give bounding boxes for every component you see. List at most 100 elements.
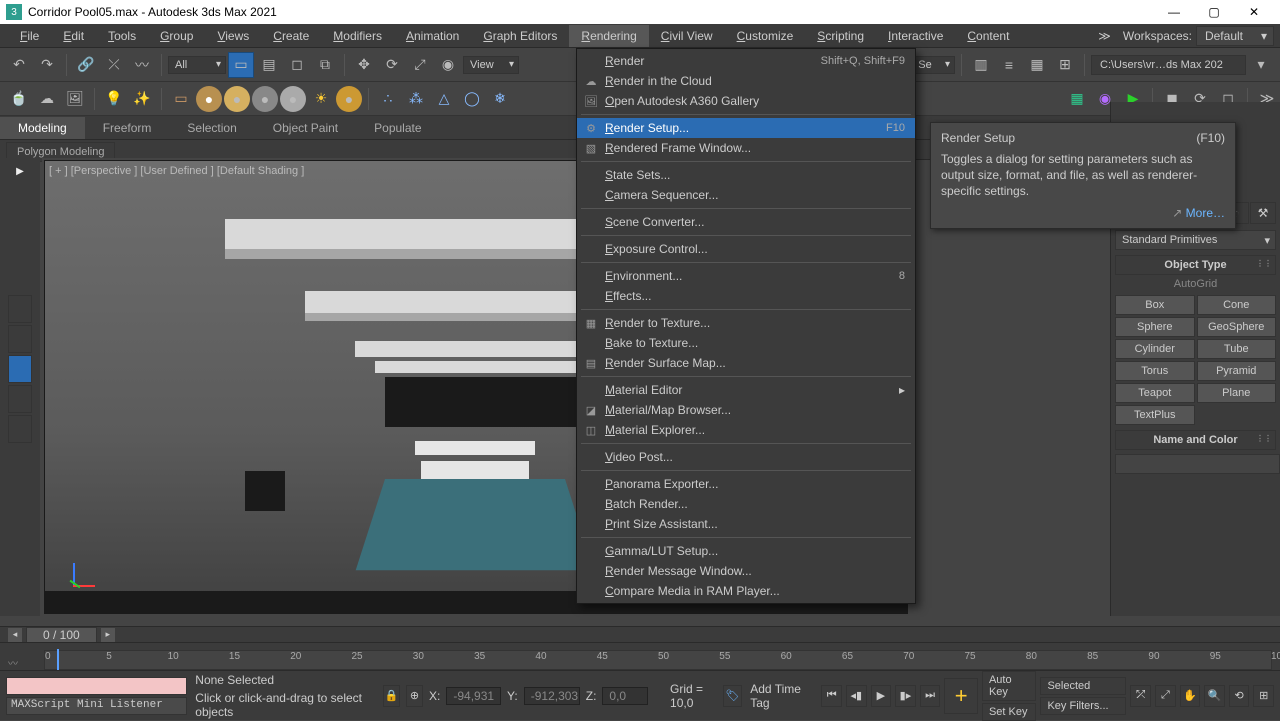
slot-1[interactable] xyxy=(8,295,32,323)
nav1-icon[interactable]: ⤱ xyxy=(1130,685,1151,707)
menu-rendering[interactable]: Rendering xyxy=(569,25,648,47)
trackbar-right[interactable]: ▸ xyxy=(101,628,115,642)
z-field[interactable]: 0,0 xyxy=(602,687,648,705)
menu-civil-view[interactable]: Civil View xyxy=(649,25,725,47)
minimize-button[interactable]: — xyxy=(1154,0,1194,24)
util-tab-icon[interactable]: ⚒ xyxy=(1250,202,1276,224)
primitive-tube[interactable]: Tube xyxy=(1197,339,1277,359)
name-color-rollout[interactable]: Name and Color xyxy=(1115,430,1276,450)
menu-item-open-autodesk-a360-gallery[interactable]: 🖼Open Autodesk A360 Gallery xyxy=(577,91,915,111)
primitive-cone[interactable]: Cone xyxy=(1197,295,1277,315)
menu-tools[interactable]: Tools xyxy=(96,25,148,47)
sphere-icon[interactable]: ◯ xyxy=(459,86,485,112)
primitive-plane[interactable]: Plane xyxy=(1197,383,1277,403)
primitive-cylinder[interactable]: Cylinder xyxy=(1115,339,1195,359)
mat3-icon[interactable]: ● xyxy=(224,86,250,112)
menu-item-render-message-window[interactable]: Render Message Window... xyxy=(577,561,915,581)
teapot-icon[interactable]: 🍵 xyxy=(6,86,32,112)
ribbon-tab-selection[interactable]: Selection xyxy=(169,117,254,139)
menu-graph-editors[interactable]: Graph Editors xyxy=(471,25,569,47)
autokey-button[interactable]: Auto Key xyxy=(982,671,1037,701)
timetag-icon[interactable]: 🏷 xyxy=(723,685,742,707)
menu-content[interactable]: Content xyxy=(955,25,1021,47)
menu-group[interactable]: Group xyxy=(148,25,205,47)
menu-item-panorama-exporter[interactable]: Panorama Exporter... xyxy=(577,474,915,494)
light2-icon[interactable]: ✨ xyxy=(129,86,155,112)
window-crossing-icon[interactable]: ⧉ xyxy=(312,52,338,78)
mat5-icon[interactable]: ● xyxy=(280,86,306,112)
menu-item-material-editor[interactable]: Material Editor▸ xyxy=(577,380,915,400)
bind-icon[interactable]: 〰 xyxy=(129,52,155,78)
menu-item-rendered-frame-window[interactable]: ▧Rendered Frame Window... xyxy=(577,138,915,158)
redo-icon[interactable]: ↷ xyxy=(34,52,60,78)
object-type-rollout[interactable]: Object Type xyxy=(1115,255,1276,275)
mat1-icon[interactable]: ▭ xyxy=(168,86,194,112)
cloud-icon[interactable]: ☁ xyxy=(34,86,60,112)
slot-3[interactable] xyxy=(8,355,32,383)
undo-icon[interactable]: ↶ xyxy=(6,52,32,78)
lock-icon[interactable]: 🔒 xyxy=(383,685,400,707)
tooltip-more[interactable]: More… xyxy=(1186,206,1225,220)
nav3-icon[interactable]: ✋ xyxy=(1180,685,1201,707)
menu-item-state-sets[interactable]: State Sets... xyxy=(577,165,915,185)
key-filters-button[interactable]: Key Filters... xyxy=(1040,697,1126,715)
menu-modifiers[interactable]: Modifiers xyxy=(321,25,394,47)
set-key-big-icon[interactable]: + xyxy=(944,678,978,714)
timeline-track-icon[interactable]: 〰 xyxy=(0,655,36,670)
rotate-icon[interactable]: ⟳ xyxy=(379,52,405,78)
trackbar-left[interactable]: ◂ xyxy=(8,628,22,642)
path-arrow-icon[interactable]: ▾ xyxy=(1248,52,1274,78)
crystal-icon[interactable]: ❄ xyxy=(487,86,513,112)
nav6-icon[interactable]: ⊞ xyxy=(1253,685,1274,707)
setkey-button[interactable]: Set Key xyxy=(982,703,1037,721)
menu-item-effects[interactable]: Effects... xyxy=(577,286,915,306)
select-object-icon[interactable]: ▭ xyxy=(228,52,254,78)
menu-item-render-to-texture[interactable]: ▦Render to Texture... xyxy=(577,313,915,333)
ribbon-tab-modeling[interactable]: Modeling xyxy=(0,117,85,139)
select-name-icon[interactable]: ▤ xyxy=(256,52,282,78)
listener-input[interactable]: MAXScript Mini Listener xyxy=(6,697,187,715)
goto-start-icon[interactable]: ⏮ xyxy=(821,685,842,707)
abslocal-icon[interactable]: ⊕ xyxy=(406,685,423,707)
primitive-textplus[interactable]: TextPlus xyxy=(1115,405,1195,425)
play-anim-icon[interactable]: ▶ xyxy=(871,685,892,707)
curve-editor-icon[interactable]: ▦ xyxy=(1024,52,1050,78)
menu-item-environment[interactable]: Environment...8 xyxy=(577,266,915,286)
menu-item-material-map-browser[interactable]: ◪Material/Map Browser... xyxy=(577,400,915,420)
ref-coord[interactable]: View xyxy=(463,56,519,74)
maximize-button[interactable]: ▢ xyxy=(1194,0,1234,24)
unlink-icon[interactable]: ⤫ xyxy=(101,52,127,78)
menu-interactive[interactable]: Interactive xyxy=(876,25,955,47)
close-button[interactable]: ✕ xyxy=(1234,0,1274,24)
primitive-sphere[interactable]: Sphere xyxy=(1115,317,1195,337)
layer-icon[interactable]: ≡ xyxy=(996,52,1022,78)
workspaces-dropdown[interactable]: Default xyxy=(1196,26,1274,46)
menu-item-render-surface-map[interactable]: ▤Render Surface Map... xyxy=(577,353,915,373)
menu-overflow[interactable]: ≫ xyxy=(1086,25,1123,47)
add-time-tag[interactable]: Add Time Tag xyxy=(750,682,813,710)
menu-animation[interactable]: Animation xyxy=(394,25,471,47)
mesh-icon[interactable]: △ xyxy=(431,86,457,112)
menu-item-compare-media-in-ram-player[interactable]: Compare Media in RAM Player... xyxy=(577,581,915,601)
x-field[interactable]: -94,931 xyxy=(446,687,501,705)
primitive-category[interactable]: Standard Primitives xyxy=(1115,230,1276,250)
primitive-box[interactable]: Box xyxy=(1115,295,1195,315)
primitive-torus[interactable]: Torus xyxy=(1115,361,1195,381)
expand-icon[interactable]: ▶ xyxy=(12,162,28,181)
gallery-icon[interactable]: 🖼 xyxy=(62,86,88,112)
nav2-icon[interactable]: ⤢ xyxy=(1155,685,1176,707)
menu-file[interactable]: File xyxy=(8,25,51,47)
menu-item-scene-converter[interactable]: Scene Converter... xyxy=(577,212,915,232)
toggle1-icon[interactable]: ▥ xyxy=(968,52,994,78)
y-field[interactable]: -912,303 xyxy=(524,687,580,705)
menu-item-render-setup[interactable]: ⚙Render Setup...F10 xyxy=(577,118,915,138)
listener-output[interactable] xyxy=(6,677,187,695)
nav5-icon[interactable]: ⟲ xyxy=(1229,685,1250,707)
next-frame-icon[interactable]: ▮▸ xyxy=(895,685,916,707)
menu-item-material-explorer[interactable]: ◫Material Explorer... xyxy=(577,420,915,440)
menu-customize[interactable]: Customize xyxy=(725,25,806,47)
project-path[interactable]: C:\Users\vr…ds Max 202 xyxy=(1091,55,1246,75)
menu-create[interactable]: Create xyxy=(261,25,321,47)
menu-views[interactable]: Views xyxy=(205,25,261,47)
menu-item-bake-to-texture[interactable]: Bake to Texture... xyxy=(577,333,915,353)
